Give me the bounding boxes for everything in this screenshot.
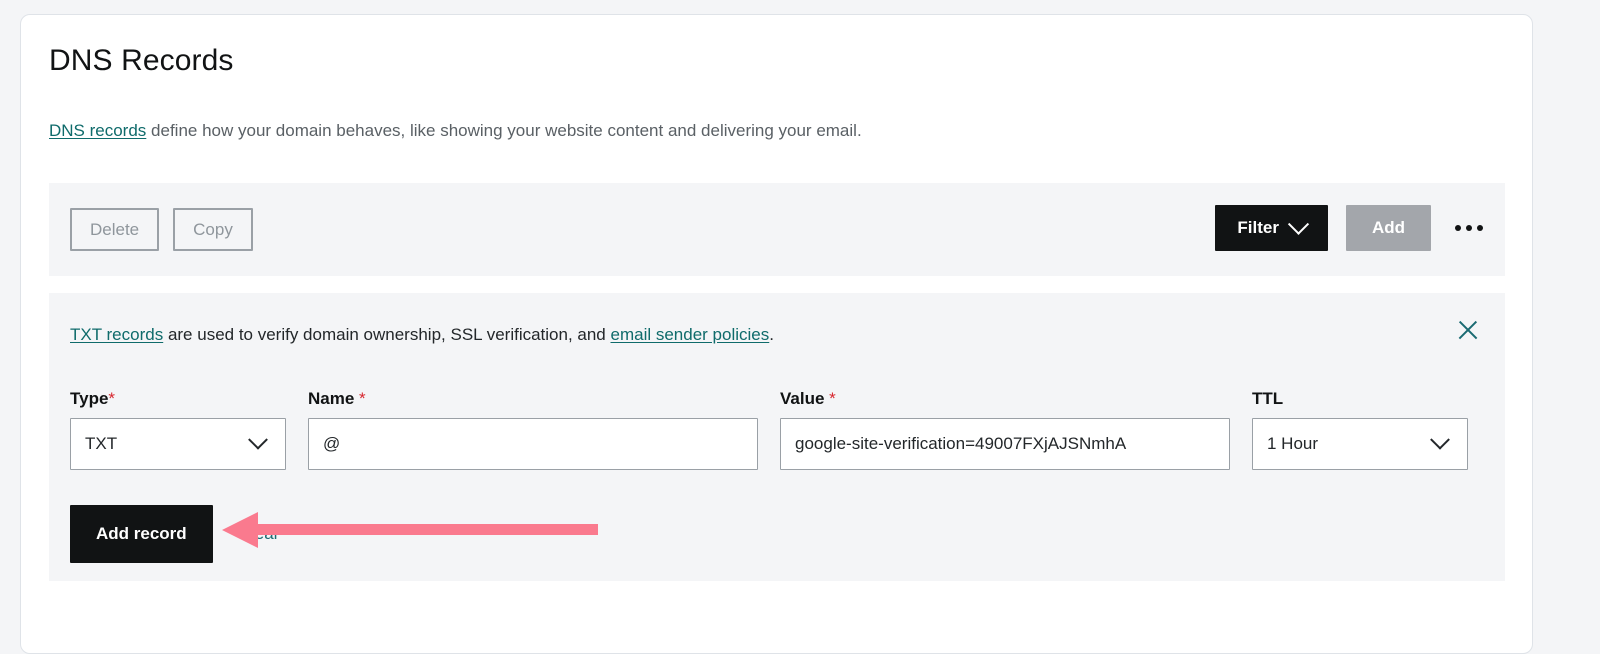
page-description-text: define how your domain behaves, like sho… [146, 121, 861, 140]
filter-button[interactable]: Filter [1215, 205, 1328, 251]
filter-button-label: Filter [1237, 218, 1279, 238]
field-label-ttl: TTL [1252, 389, 1468, 409]
field-name: Name * @ [308, 389, 758, 470]
field-label-value: Value * [780, 389, 1230, 409]
records-toolbar: Delete Copy Filter Add [49, 183, 1505, 276]
required-marker: * [359, 389, 366, 408]
txt-record-panel: TXT records are used to verify domain ow… [49, 293, 1505, 581]
delete-button[interactable]: Delete [70, 208, 159, 251]
chevron-down-icon [1430, 430, 1450, 450]
dns-records-link[interactable]: DNS records [49, 121, 146, 140]
field-ttl: TTL 1 Hour [1252, 389, 1468, 470]
more-options-icon[interactable] [1449, 215, 1489, 241]
required-marker: * [829, 389, 836, 408]
copy-button[interactable]: Copy [173, 208, 253, 251]
type-select[interactable]: TXT [70, 418, 286, 470]
add-record-button[interactable]: Add record [70, 505, 213, 563]
required-marker: * [108, 389, 115, 408]
name-input[interactable]: @ [308, 418, 758, 470]
record-fields-row: Type* TXT Name * @ Value * google-site-v… [70, 389, 1468, 470]
chevron-down-icon [1288, 213, 1309, 234]
toolbar-left-group: Delete Copy [70, 208, 253, 251]
add-button[interactable]: Add [1346, 205, 1431, 251]
ttl-select-value: 1 Hour [1267, 434, 1318, 454]
page-title: DNS Records [49, 43, 233, 79]
toolbar-right-group: Filter Add [1215, 205, 1489, 251]
name-input-value: @ [323, 434, 340, 454]
txt-note-end: . [769, 325, 774, 344]
page-description: DNS records define how your domain behav… [49, 119, 862, 143]
txt-records-link[interactable]: TXT records [70, 325, 163, 344]
value-input[interactable]: google-site-verification=49007FXjAJSNmhA [780, 418, 1230, 470]
value-input-value: google-site-verification=49007FXjAJSNmhA [795, 434, 1126, 454]
field-type: Type* TXT [70, 389, 286, 470]
ttl-select[interactable]: 1 Hour [1252, 418, 1468, 470]
dns-records-card: DNS Records DNS records define how your … [20, 14, 1533, 654]
close-icon[interactable] [1453, 315, 1483, 345]
chevron-down-icon [248, 430, 268, 450]
email-sender-policies-link[interactable]: email sender policies [611, 325, 770, 344]
field-value: Value * google-site-verification=49007FX… [780, 389, 1230, 470]
type-select-value: TXT [85, 434, 117, 454]
field-label-name: Name * [308, 389, 758, 409]
txt-record-note: TXT records are used to verify domain ow… [70, 323, 774, 347]
txt-note-middle: are used to verify domain ownership, SSL… [163, 325, 610, 344]
clear-link[interactable]: Clear [239, 524, 280, 544]
field-label-type: Type* [70, 389, 286, 409]
record-actions: Add record Clear [70, 505, 279, 563]
